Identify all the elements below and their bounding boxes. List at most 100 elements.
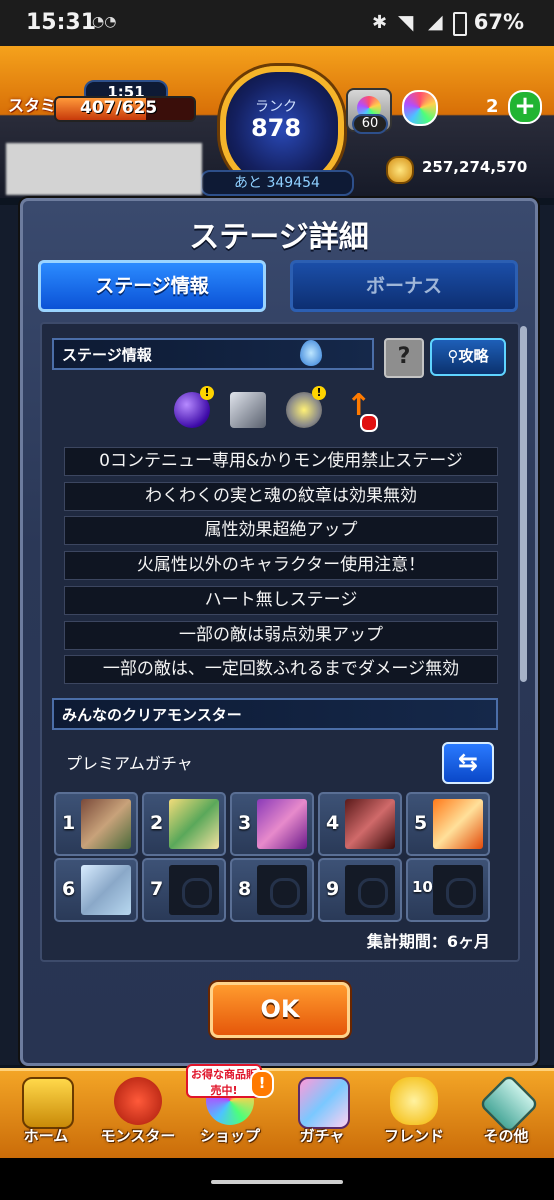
monster-portrait (257, 799, 307, 849)
add-orb-button[interactable]: + (508, 90, 542, 124)
slot-number: 8 (238, 878, 252, 900)
stamina-value: 407/625 (80, 98, 158, 118)
monster-slot[interactable]: 8 (230, 858, 314, 922)
empty-placeholder (270, 878, 300, 908)
rule-item: 火属性以外のキャラクター使用注意！ (64, 551, 498, 580)
empty-monster-icon (257, 865, 307, 915)
scrollbar-thumb[interactable] (520, 326, 527, 682)
friend-balloons-icon (390, 1077, 438, 1125)
nav-home-label: ホーム (23, 1127, 69, 1145)
gacha-character-icon (298, 1077, 350, 1129)
slot-number: 1 (62, 812, 76, 834)
rank-value: 878 (250, 114, 302, 142)
slot-number: 6 (62, 878, 76, 900)
gold-coin-icon (386, 156, 414, 184)
monster-portrait (345, 799, 395, 849)
rule-item: 一部の敵は、一定回数ふれるまでダメージ無効 (64, 655, 498, 684)
search-icon: ⚲ (447, 347, 459, 365)
nav-monster-label: モンスター (100, 1127, 176, 1145)
nav-friend[interactable]: フレンド (368, 1071, 460, 1161)
switch-gacha-button[interactable]: ⇆ (442, 742, 494, 784)
monster-portrait (169, 799, 219, 849)
monster-slot[interactable]: 2 (142, 792, 226, 856)
slot-number: 7 (150, 878, 164, 900)
empty-placeholder (358, 878, 388, 908)
block-icon (230, 392, 266, 428)
left-edge (0, 205, 20, 1065)
nav-other-label: その他 (483, 1127, 529, 1145)
slot-number: 3 (238, 812, 252, 834)
clear-monsters-heading-label: みんなのクリアモンスター (62, 706, 242, 724)
battery-level: 67% (473, 10, 524, 34)
monster-portrait (81, 865, 131, 915)
monster-slot[interactable]: 3 (230, 792, 314, 856)
warning-badge-icon: ! (312, 386, 326, 400)
stage-info-heading: ステージ情報 (52, 338, 374, 370)
rule-item: ハート無しステージ (64, 586, 498, 615)
ok-button[interactable]: OK (210, 982, 350, 1038)
slot-number: 9 (326, 878, 340, 900)
system-nav-bar (0, 1158, 554, 1200)
rank-label: ランク (255, 99, 297, 115)
slot-number: 10 (412, 878, 433, 896)
tab-bonus[interactable]: ボーナス (290, 260, 518, 312)
orb-icon (402, 90, 438, 126)
rule-item: 0コンテニュー専用&かりモン使用禁止ステージ (64, 447, 498, 476)
empty-monster-icon (433, 865, 483, 915)
notification-icon: ! (250, 1070, 274, 1098)
nav-friend-label: フレンド (383, 1127, 444, 1145)
slot-number: 2 (150, 812, 164, 834)
rule-item: わくわくの実と魂の紋章は効果無効 (64, 482, 498, 511)
rule-item: 一部の敵は弱点効果アップ (64, 621, 498, 650)
wifi-icon: ◥ (398, 10, 414, 34)
bottom-nav: ホーム モンスター ショップ ガチャ フレンド その他 (0, 1068, 554, 1161)
dragon-icon (114, 1077, 162, 1125)
monster-portrait (433, 799, 483, 849)
monster-slot[interactable]: 9 (318, 858, 402, 922)
status-bar: 15:31 ◔◔ ✱ ◥ ◢ 67% (0, 0, 554, 46)
signal-icon: ◢ (428, 11, 443, 33)
monster-slot[interactable]: 10 (406, 858, 490, 922)
bluetooth-icon: ✱ (372, 12, 388, 33)
rule-item: 属性効果超絶アップ (64, 516, 498, 545)
slot-number: 4 (326, 812, 340, 834)
nav-monster[interactable]: モンスター (92, 1071, 184, 1161)
nav-gacha[interactable]: ガチャ (276, 1071, 368, 1161)
nav-gacha-label: ガチャ (299, 1127, 345, 1145)
clear-monsters-heading: みんなのクリアモンスター (52, 698, 498, 730)
username-redacted (6, 143, 202, 195)
monster-slot[interactable]: 4 (318, 792, 402, 856)
home-icon (22, 1077, 74, 1129)
nav-home[interactable]: ホーム (0, 1071, 92, 1161)
dialog-title: ステージ詳細 (189, 220, 369, 255)
slot-number: 5 (414, 812, 428, 834)
gacha-label: プレミアムガチャ (66, 754, 193, 773)
rank-remaining: あと 349454 (200, 170, 354, 196)
warning-badge-icon: ! (200, 386, 214, 400)
nav-other[interactable]: その他 (460, 1071, 552, 1161)
water-element-icon (300, 340, 322, 366)
empty-monster-icon (169, 865, 219, 915)
voicemail-icon: ◔◔ (92, 14, 117, 30)
help-icon[interactable]: ? (384, 338, 424, 378)
tab-stage-info[interactable]: ステージ情報 (38, 260, 266, 312)
prohibited-icon (360, 414, 378, 432)
nav-shop-label: ショップ (199, 1127, 260, 1145)
monster-slot[interactable]: 7 (142, 858, 226, 922)
empty-placeholder (182, 878, 212, 908)
gold-amount: 257,274,570 (422, 158, 528, 176)
stage-info-heading-label: ステージ情報 (62, 346, 152, 364)
status-time: 15:31 (26, 10, 97, 35)
empty-monster-icon (345, 865, 395, 915)
strategy-label: 攻略 (458, 347, 489, 365)
monster-slot[interactable]: 1 (54, 792, 138, 856)
monster-slot[interactable]: 5 (406, 792, 490, 856)
monster-slot[interactable]: 6 (54, 858, 138, 922)
aggregation-period: 集計期間：6ヶ月 (366, 932, 490, 951)
empty-placeholder (446, 878, 476, 908)
orb-box-count: 60 (352, 114, 388, 134)
battery-icon (453, 12, 467, 36)
strategy-button[interactable]: ⚲攻略 (430, 338, 506, 376)
monster-portrait (81, 799, 131, 849)
home-gesture-handle[interactable] (211, 1180, 343, 1184)
